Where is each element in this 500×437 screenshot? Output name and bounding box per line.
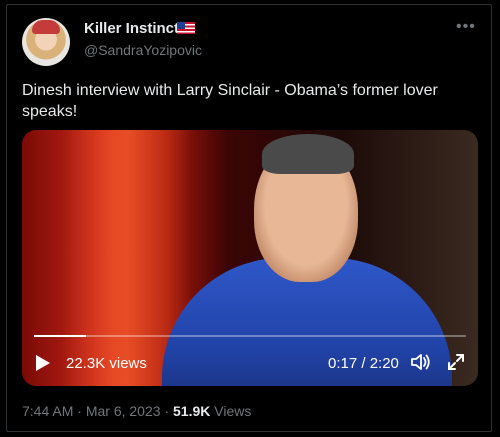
avatar[interactable] <box>22 18 70 66</box>
views-count[interactable]: 51.9K <box>173 403 210 419</box>
meta-separator: · <box>77 403 82 419</box>
tweet-time[interactable]: 7:44 AM <box>22 403 73 419</box>
us-flag-icon <box>177 22 195 34</box>
fullscreen-icon[interactable] <box>446 352 466 372</box>
video-progress-bar[interactable] <box>34 335 466 337</box>
tweet-meta: 7:44 AM · Mar 6, 2023 · 51.9K Views <box>22 403 251 419</box>
tweet-text: Dinesh interview with Larry Sinclair - O… <box>22 82 438 120</box>
more-icon[interactable]: ••• <box>456 18 476 36</box>
video-player[interactable]: 22.3K views 0:17 / 2:20 <box>22 130 478 386</box>
video-time: 0:17 / 2:20 <box>328 355 399 372</box>
display-name[interactable]: Killer Instinct <box>84 20 179 37</box>
volume-icon[interactable] <box>410 352 432 372</box>
video-views: 22.3K views <box>66 355 147 372</box>
tweet-date[interactable]: Mar 6, 2023 <box>86 403 161 419</box>
views-label: Views <box>214 403 252 419</box>
video-subject-hair <box>262 134 354 174</box>
meta-separator: · <box>164 403 170 419</box>
play-icon[interactable] <box>36 355 50 371</box>
user-handle[interactable]: @SandraYozipovic <box>84 42 202 58</box>
video-progress-fill <box>34 335 87 337</box>
